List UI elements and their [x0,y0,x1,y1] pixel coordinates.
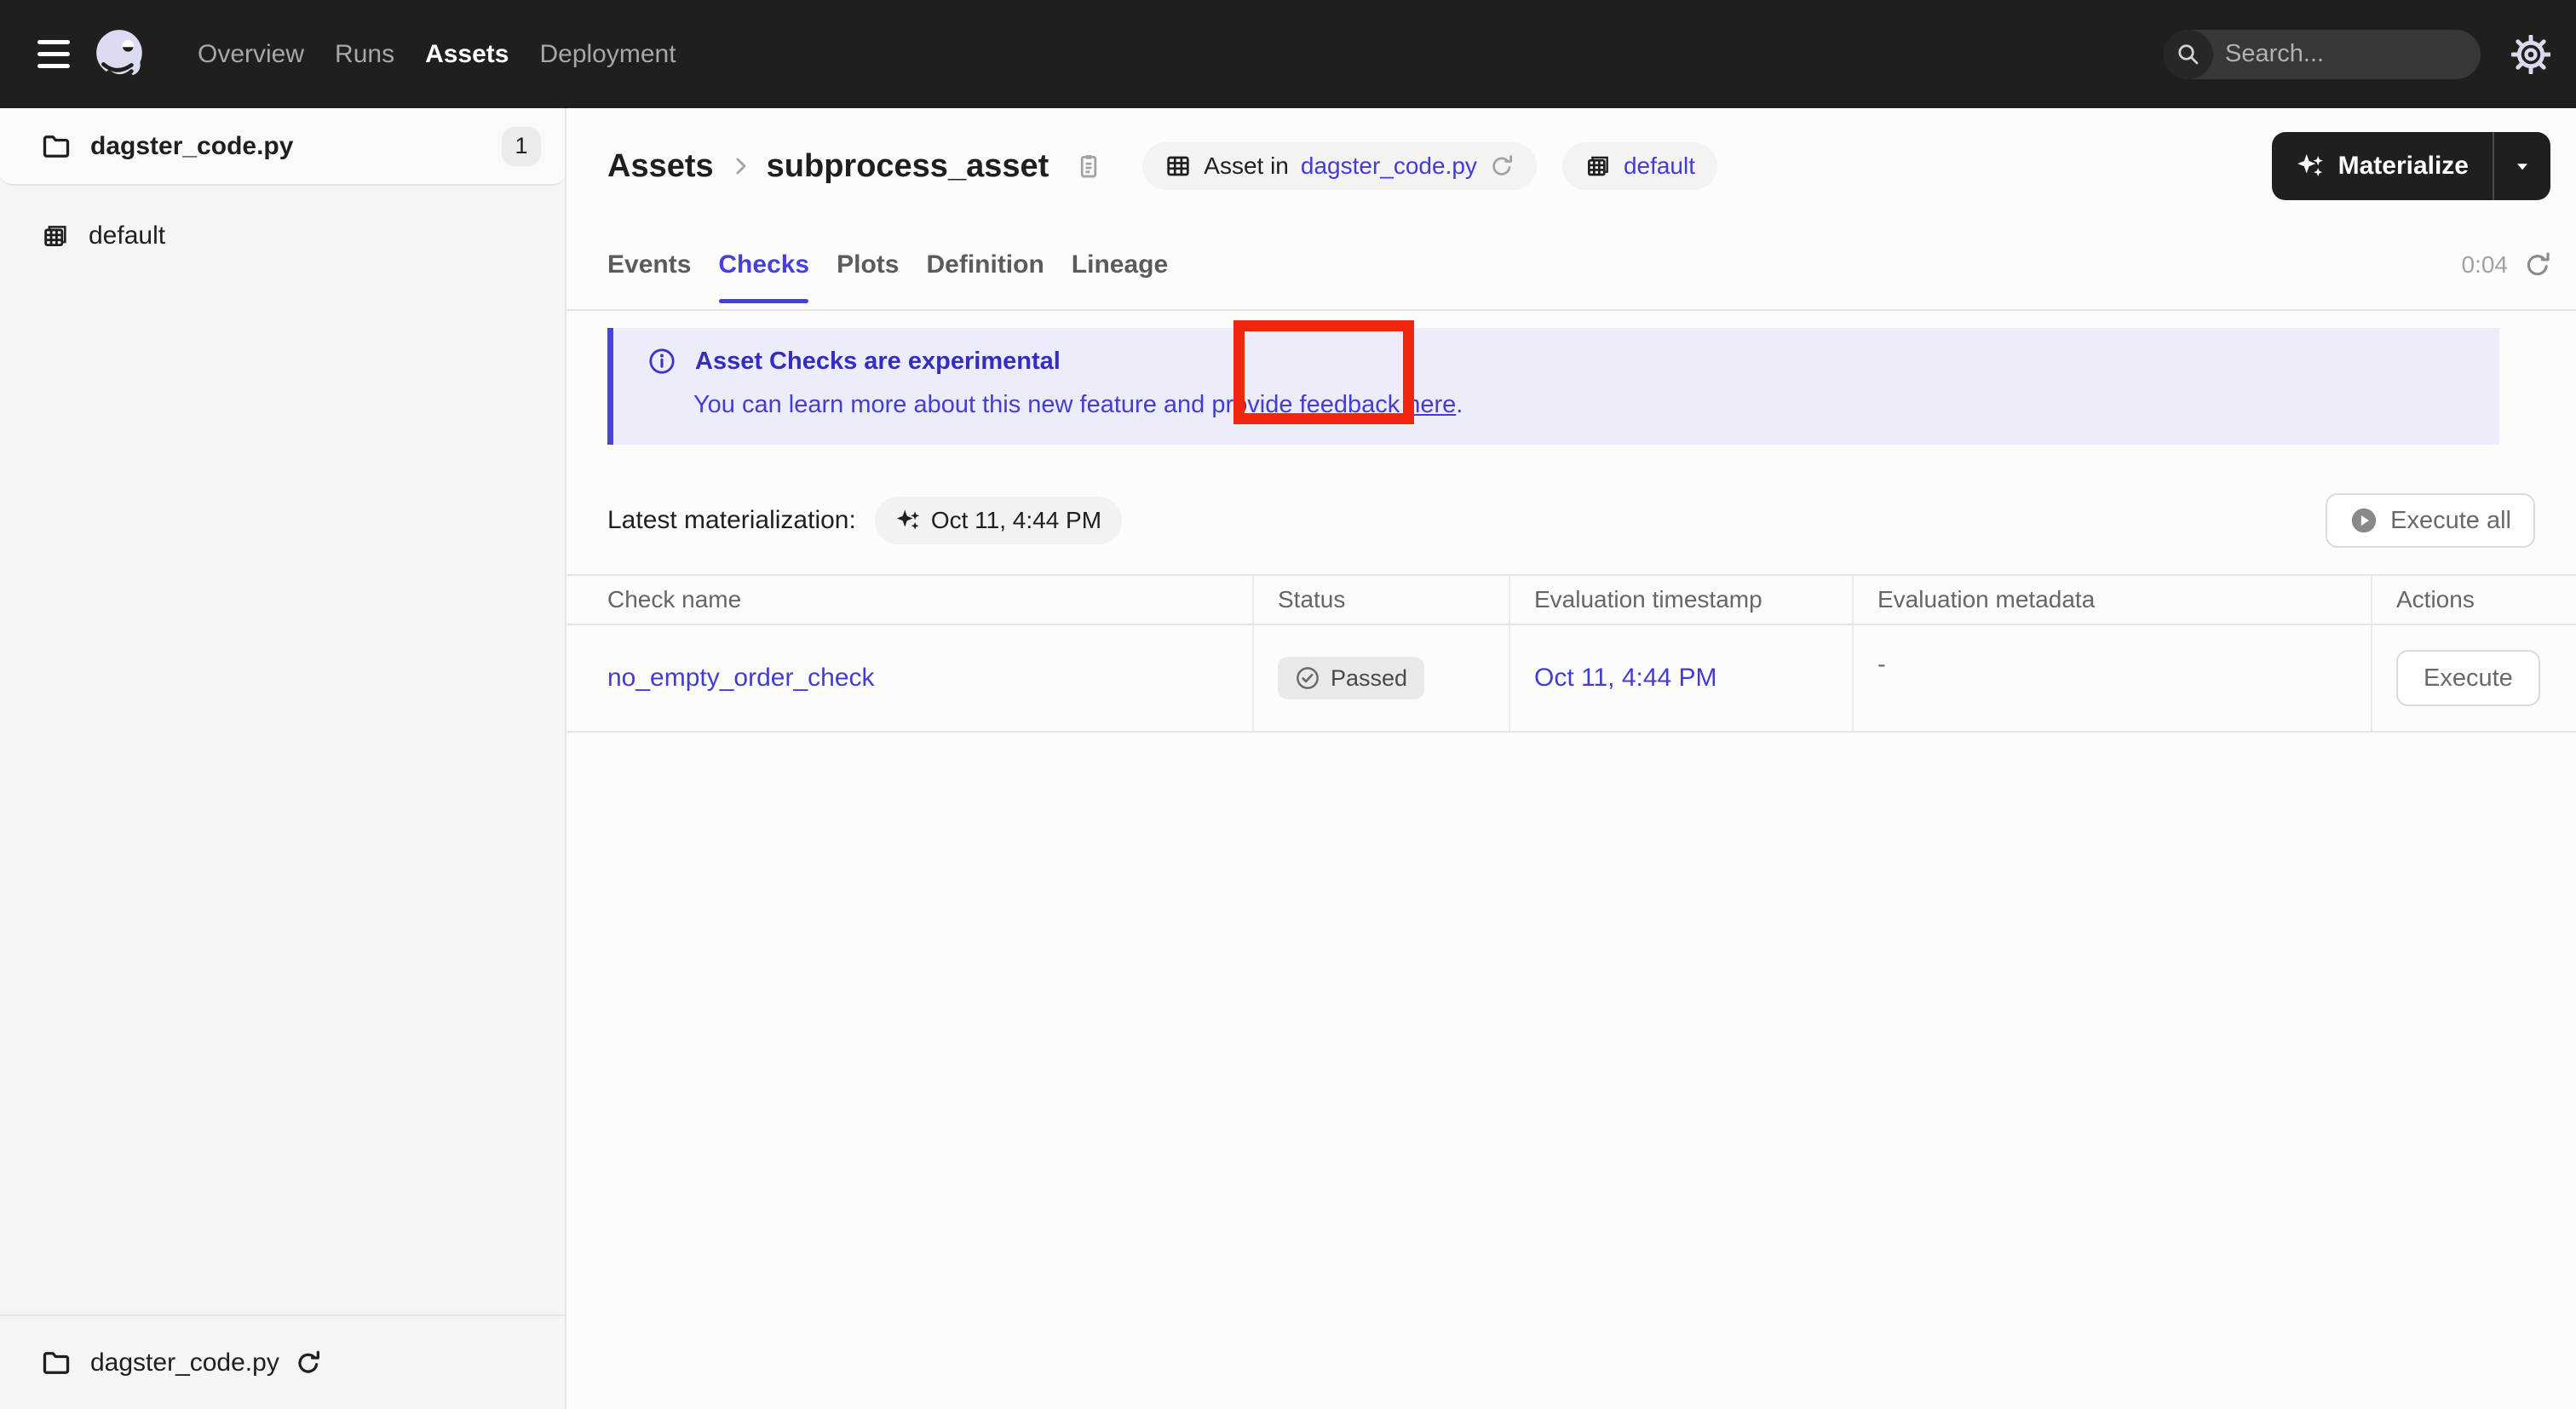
asset-group-icon [41,221,70,250]
latest-materialization-chip[interactable]: Oct 11, 4:44 PM [874,497,1123,544]
sidebar-item-dagster-code[interactable]: dagster_code.py 1 [0,108,565,186]
sidebar-code-location[interactable]: dagster_code.py [0,1314,565,1409]
status-label: Passed [1331,664,1408,691]
sidebar-item-label: dagster_code.py [90,131,294,160]
caret-down-icon [2517,164,2527,170]
refresh-icon[interactable] [1489,153,1515,179]
latest-materialization-row: Latest materialization: Oct 11, 4:44 PM … [607,492,2535,549]
materialize-label: Materialize [2337,152,2469,180]
chip-prefix: Asset in [1204,152,1289,179]
sparkle-icon [2296,152,2325,181]
latest-materialization-timestamp: Oct 11, 4:44 PM [930,507,1102,533]
column-header-status: Status [1254,576,1510,624]
reload-icon[interactable] [295,1349,322,1377]
menu-icon[interactable] [26,26,82,83]
info-icon [647,347,676,376]
code-location-label: dagster_code.py [90,1348,279,1377]
tab-lineage[interactable]: Lineage [1072,220,1168,309]
asset-count-badge: 1 [502,126,541,166]
nav-item-overview[interactable]: Overview [198,40,304,69]
evaluation-timestamp-link[interactable]: Oct 11, 4:44 PM [1534,664,1717,693]
asset-group-icon [1584,152,1612,180]
global-search[interactable]: / [2164,29,2481,79]
search-input[interactable] [2213,40,2481,68]
nav-item-deployment[interactable]: Deployment [539,40,676,69]
top-navbar: Overview Runs Assets Deployment / [0,0,2576,108]
nav-item-assets[interactable]: Assets [425,40,509,69]
table-row: no_empty_order_check Passed Oct 11, 4:44… [566,625,2576,733]
breadcrumb-assets-link[interactable]: Assets [607,148,714,185]
execute-button[interactable]: Execute [2396,650,2540,706]
check-circle-icon [1295,665,1320,691]
breadcrumb: Assets subprocess_asset [607,148,1103,185]
banner-body-text: You can learn more about this new featur… [693,391,1400,418]
column-header-evaluation-timestamp: Evaluation timestamp [1510,576,1854,624]
search-icon [2164,29,2213,79]
materialize-dropdown-button[interactable] [2494,132,2550,200]
experimental-banner: Asset Checks are experimental You can le… [607,328,2499,445]
refresh-icon[interactable] [2523,250,2552,279]
group-default-link[interactable]: default [1624,152,1695,180]
sidebar-item-default-group[interactable]: default [0,208,565,264]
status-badge: Passed [1278,657,1425,699]
asset-sidebar: dagster_code.py 1 default dagster_code.p… [0,108,566,1409]
dagster-logo-icon[interactable] [92,26,148,83]
asset-tabs: Events Checks Plots Definition Lineage 0… [566,220,2576,311]
sidebar-item-label: default [89,221,166,250]
execute-all-label: Execute all [2390,506,2511,534]
asset-group-chip: default [1561,142,1718,190]
main-content: Assets subprocess_asset Asset in dagster… [566,108,2576,1409]
table-header: Check name Status Evaluation timestamp E… [566,576,2576,625]
banner-body: You can learn more about this new featur… [693,391,2474,419]
settings-gear-icon[interactable] [2511,34,2550,74]
column-header-actions: Actions [2396,586,2475,612]
feedback-link[interactable]: here [1406,391,1456,418]
tab-definition[interactable]: Definition [926,220,1044,309]
sparkle-icon [895,508,921,533]
banner-title: Asset Checks are experimental [695,347,1061,375]
banner-body-period: . [1456,391,1463,418]
copy-asset-name-icon[interactable] [1074,152,1103,181]
checks-table: Check name Status Evaluation timestamp E… [566,574,2576,733]
primary-nav: Overview Runs Assets Deployment [198,40,676,69]
play-circle-icon [2349,506,2378,535]
asset-definition-chip: Asset in dagster_code.py [1142,142,1537,190]
materialize-button[interactable]: Materialize [2272,132,2493,200]
check-name-link[interactable]: no_empty_order_check [607,664,875,693]
refresh-timer: 0:04 [2461,250,2509,278]
tab-plots[interactable]: Plots [837,220,899,309]
nav-item-runs[interactable]: Runs [335,40,394,69]
column-header-evaluation-metadata: Evaluation metadata [1854,576,2372,624]
tab-checks[interactable]: Checks [718,220,809,309]
asset-header: Assets subprocess_asset Asset in dagster… [607,129,2550,203]
latest-materialization-label: Latest materialization: [607,506,856,534]
materialize-button-group: Materialize [2271,132,2550,200]
evaluation-metadata-value: - [1877,651,1886,678]
folder-icon [41,1348,72,1378]
execute-all-button[interactable]: Execute all [2326,493,2535,548]
asset-table-icon [1164,152,1192,180]
tab-events[interactable]: Events [607,220,691,309]
code-file-link[interactable]: dagster_code.py [1301,152,1477,180]
chevron-right-icon [727,153,753,179]
folder-icon [41,131,72,162]
column-header-check-name: Check name [566,576,1254,624]
page-title: subprocess_asset [766,147,1049,184]
